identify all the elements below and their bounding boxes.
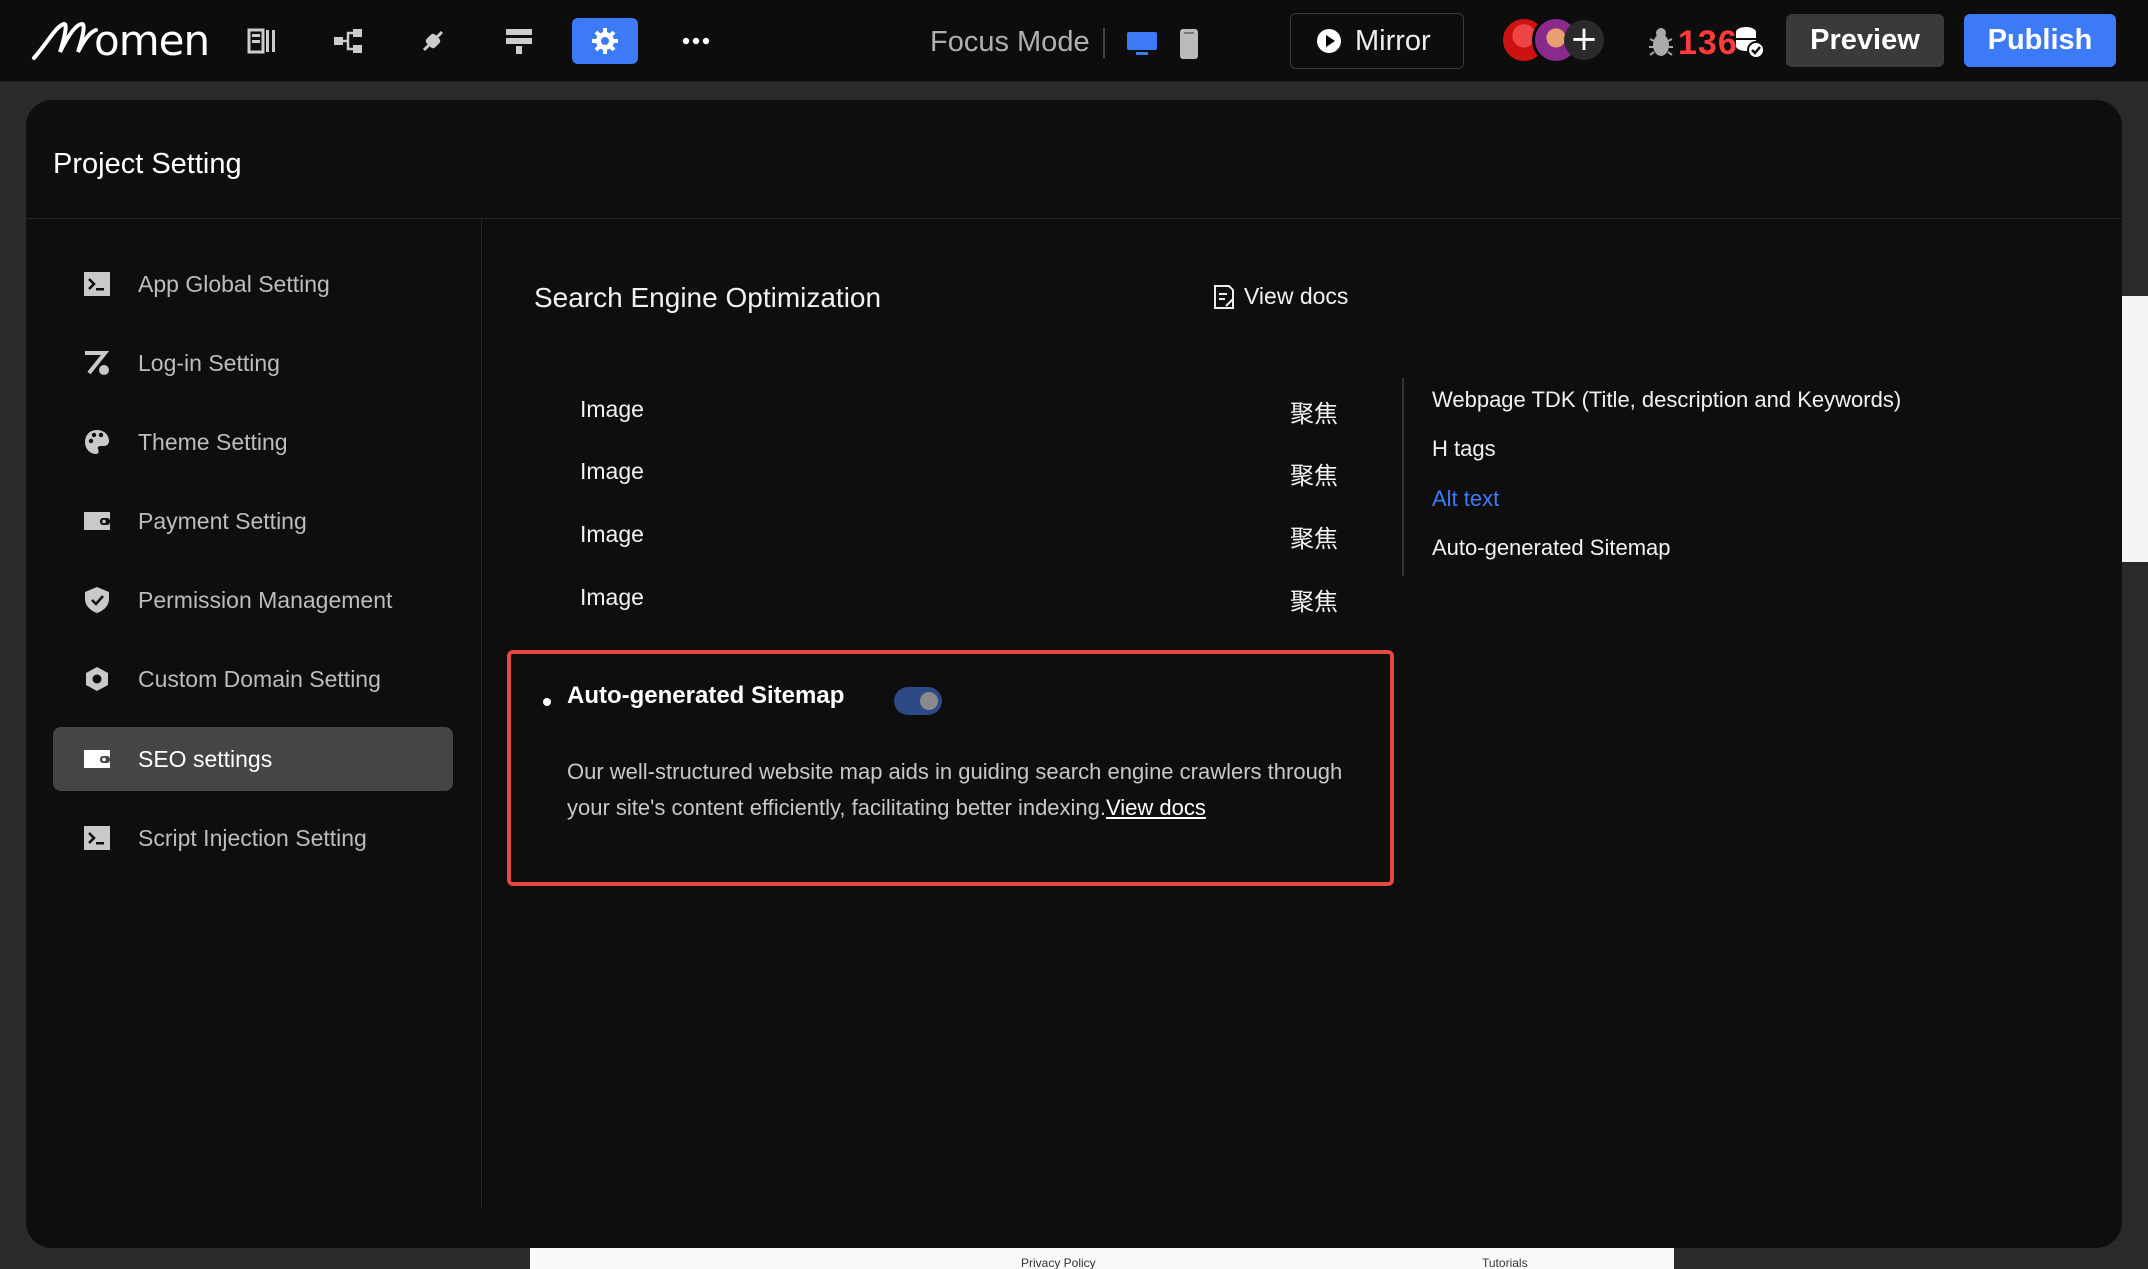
logo-mark-icon — [32, 21, 98, 60]
publish-button[interactable]: Publish — [1964, 14, 2116, 67]
toc-item-tdk[interactable]: Webpage TDK (Title, description and Keyw… — [1432, 387, 1901, 413]
header-divider — [26, 218, 2122, 219]
mobile-view-icon[interactable] — [1178, 28, 1200, 60]
mirror-button[interactable]: Mirror — [1290, 13, 1464, 69]
component-icon — [506, 29, 532, 54]
view-docs-link[interactable]: View docs — [1212, 283, 1348, 310]
sidebar-item-script-injection[interactable]: Script Injection Setting — [53, 806, 453, 870]
image-label: Image — [580, 396, 644, 422]
footer-link-privacy: Privacy Policy — [1021, 1256, 1096, 1269]
document-icon — [1214, 284, 1234, 309]
settings-tool-button[interactable] — [572, 18, 638, 64]
focus-mode-toggle[interactable]: Focus Mode — [930, 26, 1090, 59]
view-docs-label: View docs — [1244, 283, 1349, 309]
section-title: Search Engine Optimization — [534, 282, 882, 313]
focus-mode-divider — [1103, 28, 1105, 58]
sidebar-item-theme[interactable]: Theme Setting — [53, 410, 453, 474]
sidebar-item-label: Custom Domain Setting — [138, 666, 381, 692]
image-row: Image 聚焦 — [580, 396, 1380, 436]
palette-icon — [85, 430, 109, 454]
focus-button[interactable]: 聚焦 — [1290, 519, 1338, 554]
image-label: Image — [580, 521, 644, 547]
image-row: Image 聚焦 — [580, 458, 1380, 498]
collaborators: + — [1500, 16, 1610, 66]
login-icon — [85, 351, 110, 375]
sidebar-item-seo[interactable]: SEO settings — [53, 727, 453, 791]
preview-button[interactable]: Preview — [1786, 14, 1944, 67]
sidebar-item-label: Log-in Setting — [138, 350, 280, 376]
sitemap-title: Auto-generated Sitemap — [567, 682, 845, 709]
toc-item-alt-text[interactable]: Alt text — [1432, 486, 1499, 512]
tree-icon — [334, 29, 362, 53]
sidebar-item-permission[interactable]: Permission Management — [53, 568, 453, 632]
hexagon-icon — [86, 667, 108, 691]
sidebar-item-payment[interactable]: Payment Setting — [53, 489, 453, 553]
component-tool-button[interactable] — [497, 19, 541, 63]
more-icon — [682, 37, 710, 45]
focus-button[interactable]: 聚焦 — [1290, 456, 1338, 491]
modal-title: Project Setting — [53, 148, 242, 180]
sidebar-item-login[interactable]: Log-in Setting — [53, 331, 453, 395]
project-setting-modal: Project Setting App Global Setting Log-i… — [26, 100, 2122, 1248]
play-icon — [1317, 29, 1341, 53]
credits-indicator[interactable]: 136 — [1646, 20, 1766, 66]
top-toolbar: omen Focus Mode Mirror + 136 Preview Pub… — [0, 0, 2148, 82]
sidebar-item-label: App Global Setting — [138, 271, 330, 297]
bug-icon — [1649, 28, 1673, 56]
wallet-icon — [84, 750, 110, 768]
desktop-view-icon[interactable] — [1126, 30, 1158, 58]
toc-item-sitemap[interactable]: Auto-generated Sitemap — [1432, 535, 1671, 561]
sitemap-description-text: Our well-structured website map aids in … — [567, 759, 1343, 820]
sidebar-item-label: Payment Setting — [138, 508, 307, 534]
toggle-knob — [920, 692, 938, 710]
mirror-label: Mirror — [1355, 24, 1431, 57]
logo-text: omen — [94, 15, 210, 65]
image-row: Image 聚焦 — [580, 584, 1380, 624]
tree-tool-button[interactable] — [326, 19, 370, 63]
toc-divider — [1402, 378, 1404, 576]
image-label: Image — [580, 458, 644, 484]
image-row: Image 聚焦 — [580, 521, 1380, 561]
focus-button[interactable]: 聚焦 — [1290, 582, 1338, 617]
canvas-preview-fragment — [2122, 296, 2148, 562]
add-collaborator-button[interactable]: + — [1564, 20, 1604, 60]
coin-check-icon — [1735, 27, 1765, 59]
terminal-icon — [84, 826, 110, 850]
plugin-icon — [422, 30, 444, 52]
sidebar-item-label: Theme Setting — [138, 429, 288, 455]
bullet-icon — [543, 698, 551, 706]
sitemap-description: Our well-structured website map aids in … — [567, 754, 1367, 826]
shield-icon — [85, 587, 109, 613]
sidebar-item-custom-domain[interactable]: Custom Domain Setting — [53, 647, 453, 711]
footer-link-tutorials: Tutorials — [1482, 1256, 1528, 1269]
sidebar-item-label: Script Injection Setting — [138, 825, 367, 851]
wallet-icon — [84, 512, 110, 530]
toc-item-h-tags[interactable]: H tags — [1432, 436, 1496, 462]
terminal-icon — [84, 272, 110, 296]
sidebar-item-app-global[interactable]: App Global Setting — [53, 252, 453, 316]
sitemap-toggle[interactable] — [894, 687, 942, 715]
settings-icon — [592, 28, 618, 54]
sidebar-item-label: Permission Management — [138, 587, 393, 613]
image-label: Image — [580, 584, 644, 610]
sidebar-item-label: SEO settings — [138, 746, 273, 772]
sidebar-divider — [481, 219, 482, 1209]
credits-count: 136 — [1678, 23, 1738, 62]
sitemap-docs-link[interactable]: View docs — [1106, 795, 1206, 820]
more-tool-button[interactable] — [674, 19, 718, 63]
momen-logo[interactable]: omen — [30, 15, 210, 65]
layout-icon — [247, 28, 275, 54]
layout-tool-button[interactable] — [240, 19, 284, 63]
focus-button[interactable]: 聚焦 — [1290, 394, 1338, 429]
plugin-tool-button[interactable] — [411, 19, 455, 63]
